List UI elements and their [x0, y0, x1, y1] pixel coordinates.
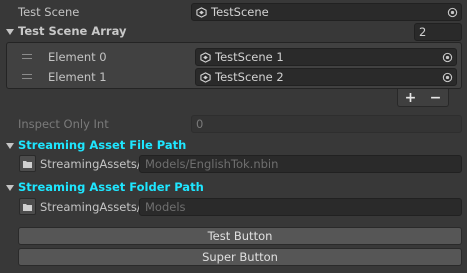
- element-1-label: Element 1: [48, 70, 107, 84]
- array-size-field[interactable]: 2: [414, 23, 462, 41]
- unity-scene-icon: [200, 51, 211, 63]
- element-1-field[interactable]: TestScene 2: [195, 68, 457, 86]
- test-scene-label: Test Scene: [18, 5, 80, 19]
- streaming-file-path-input[interactable]: Models/EnglishTok.nbin: [139, 155, 462, 173]
- test-scene-array-label[interactable]: Test Scene Array: [18, 24, 127, 38]
- folder-glyph-icon: [23, 160, 32, 168]
- remove-element-button[interactable]: −: [430, 90, 442, 106]
- unity-scene-icon: [196, 6, 207, 18]
- foldout-arrow-icon[interactable]: [6, 143, 14, 149]
- streaming-file-prefix: StreamingAssets/: [40, 157, 141, 171]
- test-scene-value: TestScene: [211, 5, 269, 19]
- folder-icon[interactable]: [19, 198, 36, 215]
- drag-handle-icon[interactable]: [22, 74, 32, 79]
- streaming-folder-prefix: StreamingAssets/: [40, 200, 141, 214]
- foldout-arrow-icon[interactable]: [6, 185, 14, 191]
- drag-handle-icon[interactable]: [22, 54, 32, 59]
- object-picker-icon[interactable]: [442, 52, 453, 63]
- object-picker-icon[interactable]: [447, 7, 458, 18]
- streaming-folder-path-input[interactable]: Models: [139, 198, 462, 216]
- unity-scene-icon: [200, 71, 211, 83]
- folder-icon[interactable]: [19, 155, 36, 172]
- super-button[interactable]: Super Button: [18, 248, 462, 266]
- element-1-value: TestScene 2: [215, 70, 284, 84]
- element-0-value: TestScene 1: [215, 50, 284, 64]
- inspect-only-int-field: 0: [191, 115, 462, 133]
- add-element-button[interactable]: +: [405, 90, 417, 106]
- element-0-field[interactable]: TestScene 1: [195, 48, 457, 66]
- array-add-remove-controls: + −: [397, 89, 449, 107]
- element-0-label: Element 0: [48, 50, 107, 64]
- streaming-file-title: Streaming Asset File Path: [18, 138, 187, 152]
- object-picker-icon[interactable]: [442, 72, 453, 83]
- test-scene-field[interactable]: TestScene: [191, 3, 462, 21]
- foldout-arrow-icon[interactable]: [6, 29, 14, 35]
- streaming-folder-title: Streaming Asset Folder Path: [18, 180, 204, 194]
- test-button[interactable]: Test Button: [18, 227, 462, 245]
- folder-glyph-icon: [23, 203, 32, 211]
- inspect-only-int-label: Inspect Only Int: [18, 117, 109, 131]
